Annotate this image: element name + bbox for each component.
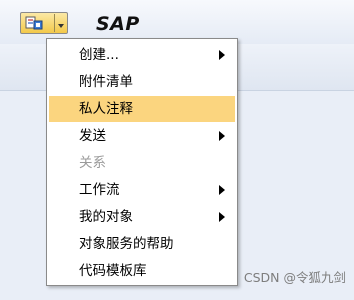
menu-item-label: 私人注释	[79, 101, 133, 117]
services-for-object-button[interactable]	[20, 12, 68, 34]
submenu-arrow-icon	[219, 212, 225, 222]
menu-item-my-objects[interactable]: 我的对象	[49, 204, 235, 230]
menu-item-private-note[interactable]: 私人注释	[49, 96, 235, 122]
app-title: SAP	[96, 13, 140, 35]
watermark: CSDN @令狐九剑	[243, 270, 346, 285]
context-menu: 创建... 附件清单 私人注释 发送 关系 工作流 我的对象 对象服务的帮助 代…	[46, 38, 238, 286]
menu-item-label: 关系	[79, 155, 106, 171]
menu-item-label: 发送	[79, 128, 106, 144]
submenu-arrow-icon	[219, 50, 225, 60]
menu-item-relationships: 关系	[49, 150, 235, 176]
menu-item-code-template-library[interactable]: 代码模板库	[49, 258, 235, 284]
menu-item-label: 工作流	[79, 182, 120, 198]
menu-item-label: 附件清单	[79, 74, 133, 90]
menu-item-label: 代码模板库	[79, 263, 147, 279]
dropdown-arrow-icon[interactable]	[58, 24, 64, 28]
menu-item-object-services-help[interactable]: 对象服务的帮助	[49, 231, 235, 257]
menu-item-label: 对象服务的帮助	[79, 236, 174, 252]
menu-item-label: 我的对象	[79, 209, 133, 225]
menu-item-send[interactable]: 发送	[49, 123, 235, 149]
submenu-arrow-icon	[219, 131, 225, 141]
menu-item-create[interactable]: 创建...	[49, 42, 235, 68]
button-divider	[54, 14, 55, 32]
services-for-object-icon	[25, 16, 43, 30]
menu-item-workflow[interactable]: 工作流	[49, 177, 235, 203]
submenu-arrow-icon	[219, 185, 225, 195]
menu-item-attachment-list[interactable]: 附件清单	[49, 69, 235, 95]
menu-item-label: 创建...	[79, 47, 119, 63]
